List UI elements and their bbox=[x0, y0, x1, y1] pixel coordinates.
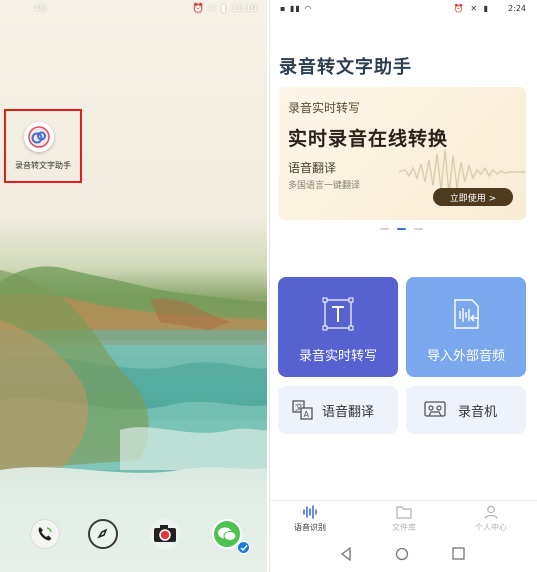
promo-banner[interactable]: 录音实时转写 实时录音在线转换 语音翻译 多国语言一键翻译 立即使用 > bbox=[279, 87, 526, 220]
voice-translate-label: 语音翻译 bbox=[322, 405, 375, 420]
compass-icon bbox=[97, 528, 108, 539]
recorder-label: 录音机 bbox=[458, 405, 498, 420]
recents-icon[interactable] bbox=[452, 547, 465, 560]
svg-text:A: A bbox=[304, 410, 310, 419]
app-screen: ▪ ▮▮ ◠ ⏰ ✕ ▮ 2:24 录音转文字助手 录音实时转写 实时录音在线转… bbox=[269, 0, 537, 572]
camera-icon bbox=[154, 525, 176, 542]
carousel-dot bbox=[380, 228, 389, 230]
verified-badge-icon bbox=[237, 541, 250, 554]
tab-label: 个人中心 bbox=[475, 523, 507, 532]
cell-signal-indicator: 4G bbox=[34, 4, 47, 14]
wechat-icon bbox=[218, 527, 237, 541]
cassette-icon bbox=[424, 401, 446, 417]
home-icon[interactable] bbox=[395, 547, 409, 561]
status-icons: ⏰ ✕ ▮ bbox=[453, 4, 490, 13]
user-icon bbox=[484, 505, 498, 519]
clock: 2:24 bbox=[508, 4, 526, 13]
import-audio-icon bbox=[454, 299, 479, 329]
home-screen: 4G ⏰ ✕ ▮ 11:19 录音转文字助手 bbox=[0, 0, 267, 572]
banner-caption: 多国语言一键翻译 bbox=[288, 181, 361, 191]
voice-translate-tile[interactable]: 文 A 语音翻译 bbox=[278, 386, 398, 434]
back-icon[interactable] bbox=[340, 547, 352, 561]
tab-label: 语音识别 bbox=[294, 523, 326, 532]
browser-app-icon[interactable] bbox=[88, 519, 118, 549]
tab-voice-recognition[interactable]: 语音识别 bbox=[280, 505, 340, 533]
tab-file-library[interactable]: 文件库 bbox=[374, 505, 434, 533]
waveform-icon bbox=[303, 505, 317, 519]
status-bar: ▪ ▮▮ ◠ ⏰ ✕ ▮ 2:24 bbox=[270, 4, 537, 18]
import-audio-tile[interactable]: 导入外部音频 bbox=[406, 277, 526, 377]
voice-to-text-app-icon[interactable] bbox=[24, 122, 54, 152]
system-nav-bar bbox=[270, 542, 537, 572]
clock: 11:19 bbox=[231, 4, 257, 14]
recorder-tile[interactable]: 录音机 bbox=[406, 386, 526, 434]
realtime-transcribe-tile[interactable]: 录音实时转写 bbox=[278, 277, 398, 377]
app-shortcut-label[interactable]: 录音转文字助手 bbox=[6, 160, 80, 171]
tab-profile[interactable]: 个人中心 bbox=[461, 505, 521, 533]
status-bar: 4G ⏰ ✕ ▮ 11:19 bbox=[0, 4, 267, 18]
app-logo-icon bbox=[28, 126, 50, 148]
page-title: 录音转文字助手 bbox=[279, 57, 412, 78]
carousel-dot bbox=[414, 228, 423, 230]
camera-app-icon[interactable] bbox=[150, 519, 180, 549]
banner-subtitle: 语音翻译 bbox=[288, 161, 337, 175]
banner-kicker: 录音实时转写 bbox=[288, 101, 361, 115]
translate-icon: 文 A bbox=[292, 400, 313, 420]
realtime-transcribe-label: 录音实时转写 bbox=[298, 349, 377, 364]
tab-label: 文件库 bbox=[392, 523, 416, 532]
status-icons: ⏰ ✕ ▮ bbox=[192, 4, 227, 14]
watercolor-coast-wallpaper bbox=[0, 266, 267, 572]
network-status-icons: ▪ ▮▮ ◠ bbox=[280, 4, 313, 13]
text-frame-icon bbox=[322, 297, 354, 331]
use-now-button[interactable]: 立即使用 > bbox=[433, 188, 513, 206]
phone-icon bbox=[38, 527, 52, 541]
phone-app-icon[interactable] bbox=[30, 519, 60, 549]
carousel-dot-active bbox=[397, 228, 406, 230]
folder-icon bbox=[396, 506, 412, 519]
import-audio-label: 导入外部音频 bbox=[426, 349, 505, 364]
bottom-tab-bar: 语音识别 文件库 个人中心 bbox=[270, 500, 537, 540]
